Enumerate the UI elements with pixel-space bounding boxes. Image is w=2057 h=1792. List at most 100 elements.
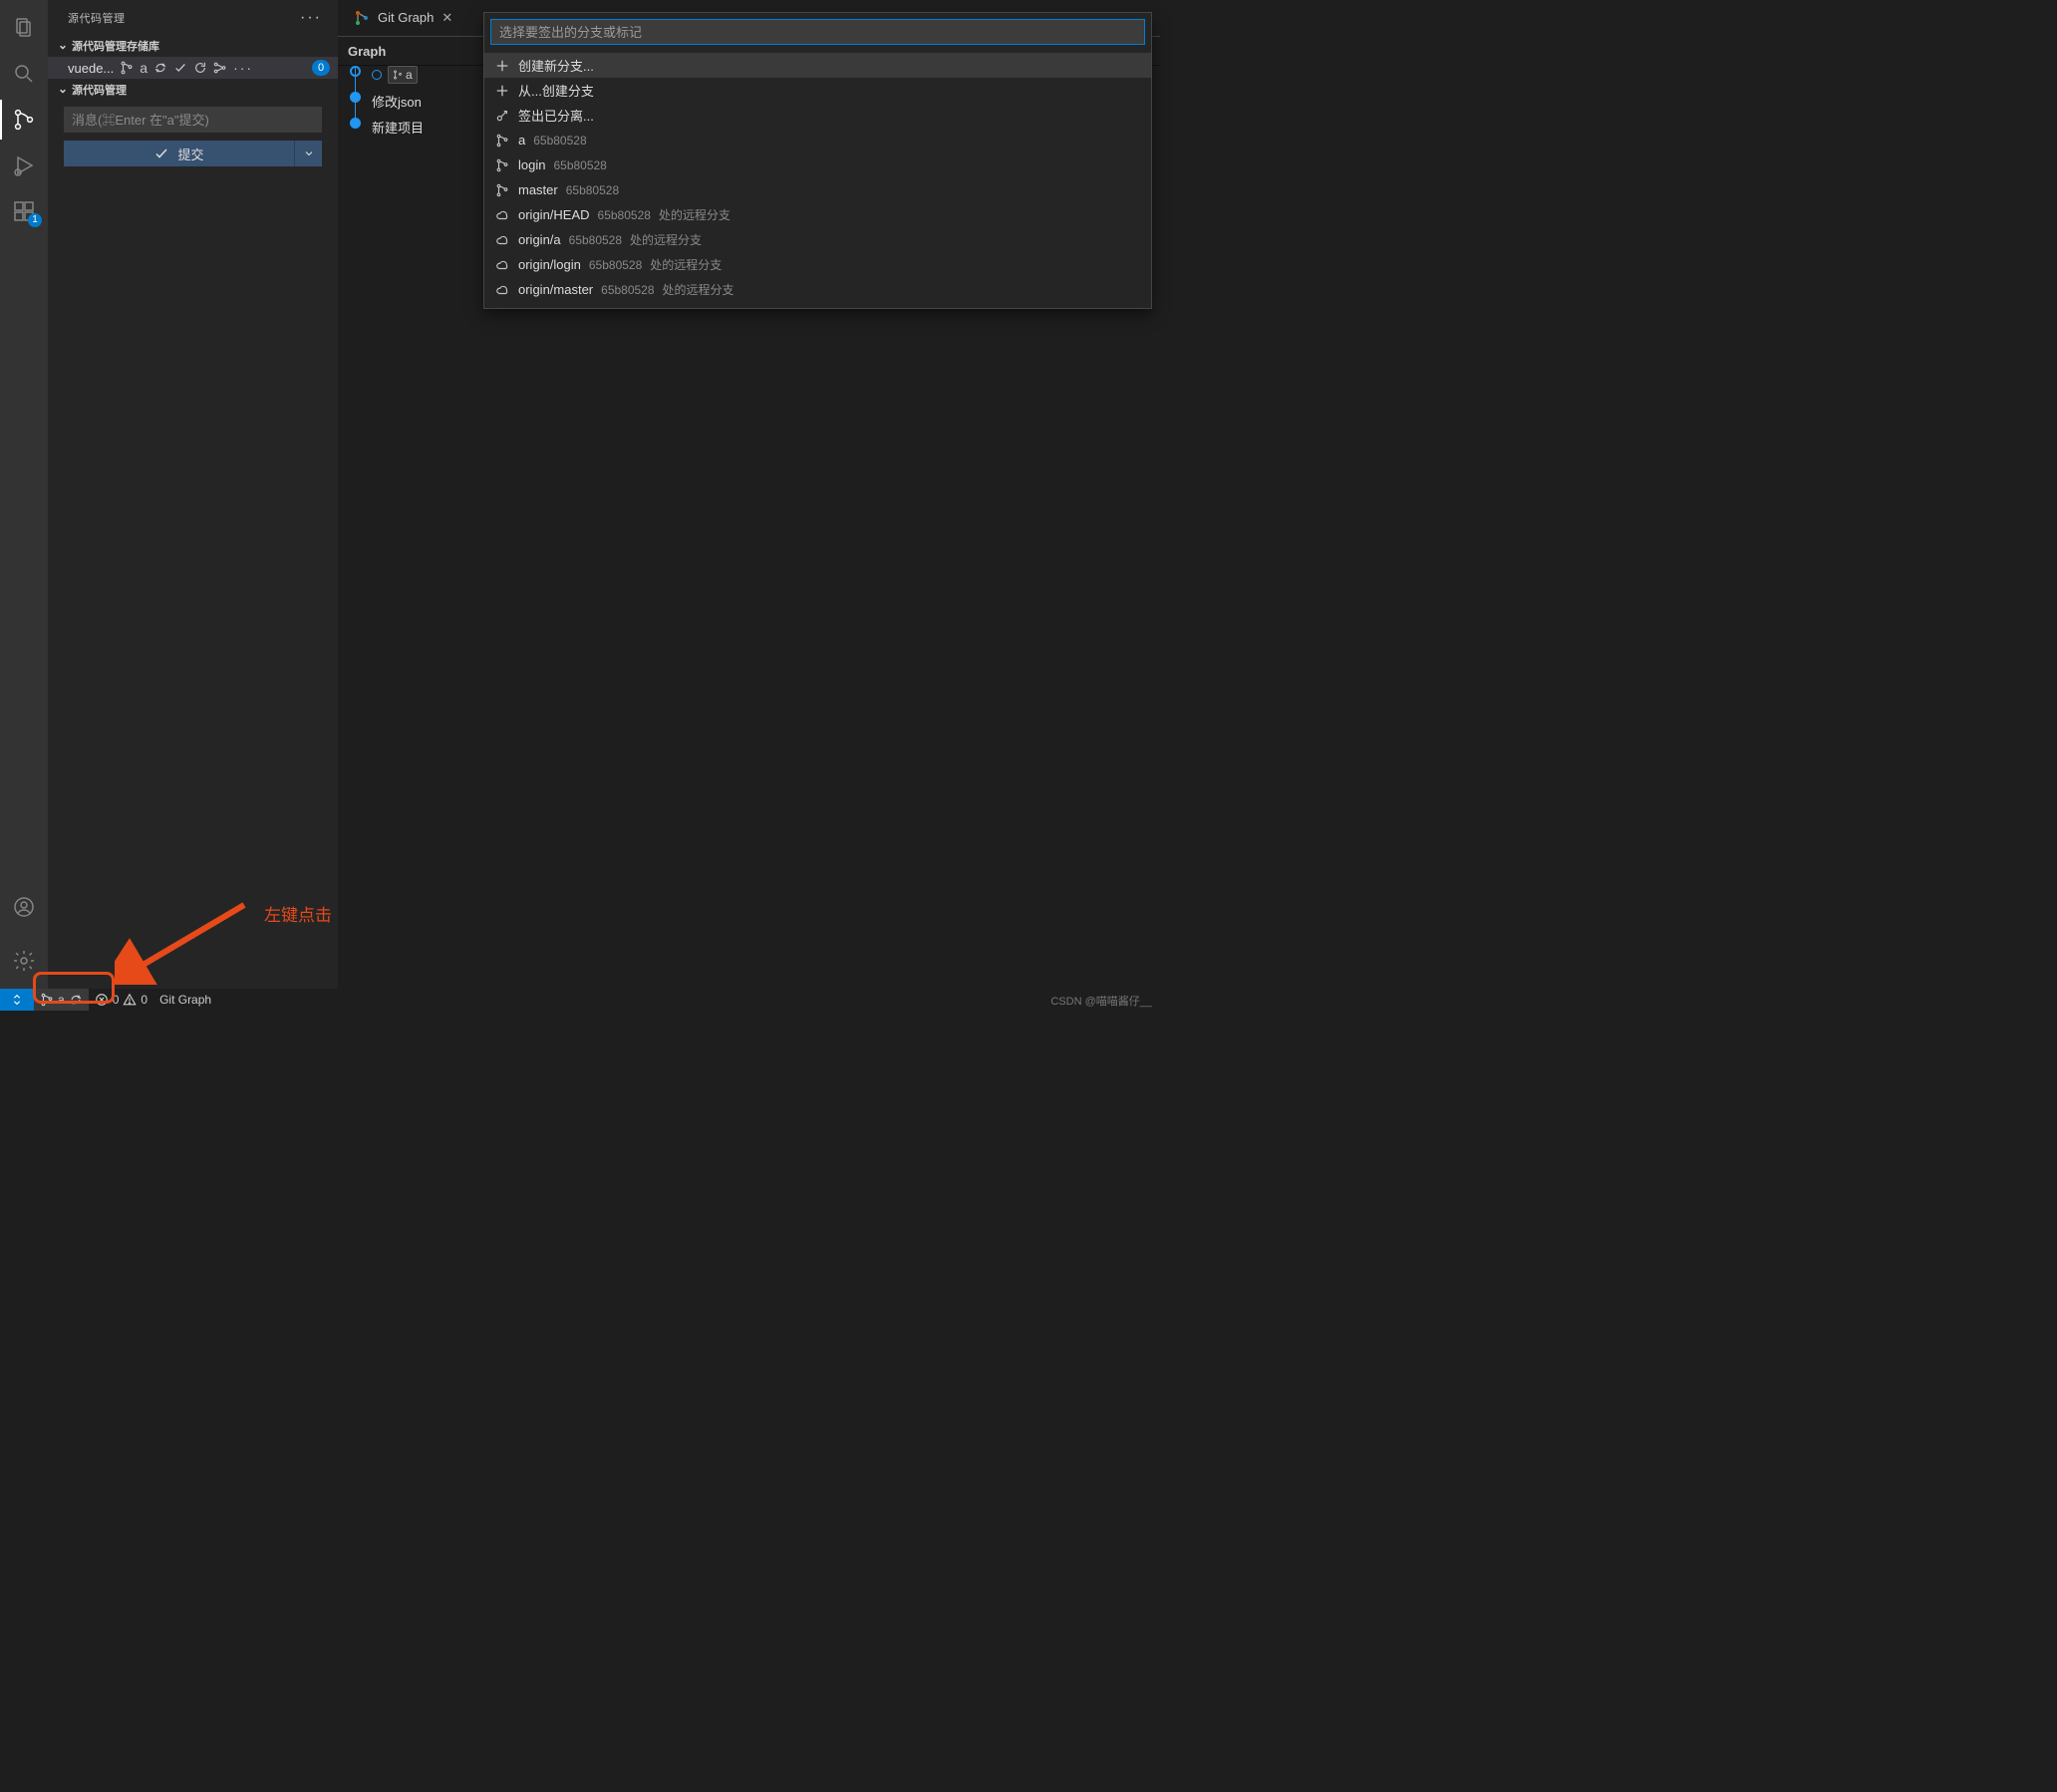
qp-branch-login[interactable]: login 65b80528 [484,152,1151,177]
warning-icon [123,993,137,1007]
qp-hash: 65b80528 [553,158,606,172]
repo-more-icon[interactable]: ··· [233,60,253,76]
qp-branch-label: master [518,182,558,197]
status-bar: a 0 0 Git Graph [0,989,1160,1011]
activity-explorer[interactable] [0,8,48,48]
extensions-badge: 1 [28,213,42,227]
check-icon[interactable] [173,61,187,75]
cloud-icon [494,283,510,297]
commit-dropdown[interactable] [294,141,322,166]
qp-branch-label: login [518,157,545,172]
graph-commit-dot[interactable] [350,66,361,77]
qp-remote-origin-head[interactable]: origin/HEAD 65b80528 处的远程分支 [484,202,1151,227]
qp-branch-a[interactable]: a 65b80528 [484,128,1151,152]
commit-button-label: 提交 [177,145,203,163]
qp-hash: 65b80528 [533,134,586,148]
commit-button[interactable]: 提交 [64,141,294,166]
sidebar-title: 源代码管理 [68,10,126,26]
chevron-down-icon: ⌄ [56,38,70,52]
qp-branch-label: origin/login [518,257,581,272]
qp-hash: 65b80528 [598,208,651,222]
status-warnings: 0 [141,993,147,1007]
tree-icon[interactable] [213,61,227,75]
section-repos-label: 源代码管理存储库 [72,38,159,54]
qp-branch-label: origin/a [518,232,561,247]
graph-header-label: Graph [348,44,386,59]
graph-row[interactable]: 修改json [372,90,422,112]
qp-create-branch[interactable]: 创建新分支... [484,53,1151,78]
section-scm-label: 源代码管理 [72,82,127,98]
section-scm[interactable]: ⌄ 源代码管理 [48,79,338,101]
section-repos[interactable]: ⌄ 源代码管理存储库 [48,35,338,57]
qp-note: 处的远程分支 [663,281,735,298]
detached-icon [494,109,510,123]
git-graph-icon [354,10,370,26]
commit-message-wrap [64,107,322,133]
cloud-icon [494,208,510,222]
repo-changes-count: 0 [312,60,330,76]
qp-branch-label: a [518,133,525,148]
branch-icon [494,183,510,197]
graph-commit-dot[interactable] [350,92,361,103]
close-icon[interactable]: ✕ [441,10,452,26]
sync-icon[interactable] [153,61,167,75]
status-git-graph[interactable]: Git Graph [153,989,217,1011]
activity-account[interactable] [0,887,48,927]
plus-icon [494,59,510,73]
qp-branch-label: origin/master [518,282,593,297]
qp-hash: 65b80528 [569,233,622,247]
qp-label: 创建新分支... [518,56,594,75]
tab-label: Git Graph [378,10,434,25]
plus-icon [494,84,510,98]
refresh-icon[interactable] [193,61,207,75]
branch-badge: a [388,66,418,84]
qp-remote-origin-a[interactable]: origin/a 65b80528 处的远程分支 [484,227,1151,252]
chevron-down-icon: ⌄ [56,82,70,96]
tab-git-graph[interactable]: Git Graph ✕ [344,0,462,36]
repo-branch: a [140,60,147,76]
commit-message: 修改json [372,92,422,111]
cloud-icon [494,258,510,272]
qp-hash: 65b80528 [566,183,619,197]
qp-checkout-detached[interactable]: 签出已分离... [484,103,1151,128]
qp-hash: 65b80528 [601,283,654,297]
scm-sidebar: 源代码管理 ··· ⌄ 源代码管理存储库 vuede... a ··· 0 ⌄ … [48,0,338,989]
qp-hash: 65b80528 [589,258,642,272]
graph-commit-dot[interactable] [350,118,361,129]
qp-branch-label: origin/HEAD [518,207,590,222]
branch-icon [494,158,510,172]
activity-search[interactable] [0,54,48,94]
activity-extensions[interactable]: 1 [0,191,48,231]
qp-create-from[interactable]: 从...创建分支 [484,78,1151,103]
qp-remote-origin-login[interactable]: origin/login 65b80528 处的远程分支 [484,252,1151,277]
qp-branch-master[interactable]: master 65b80528 [484,177,1151,202]
annotation-highlight-box [33,972,115,1004]
branch-marker [372,70,382,80]
cloud-icon [494,233,510,247]
qp-note: 处的远程分支 [650,256,722,273]
watermark: CSDN @喵喵酱仔__ [1050,993,1152,1009]
commit-message: 新建项目 [372,118,424,137]
branch-icon [120,61,134,75]
sidebar-header: 源代码管理 ··· [48,0,338,35]
activity-bar: 1 [0,0,48,989]
status-git-graph-label: Git Graph [159,993,211,1007]
qp-note: 处的远程分支 [659,206,731,223]
qp-label: 签出已分离... [518,106,594,125]
activity-scm[interactable] [0,100,48,140]
activity-run[interactable] [0,146,48,185]
qp-remote-origin-master[interactable]: origin/master 65b80528 处的远程分支 [484,277,1151,302]
commit-message-input[interactable] [64,107,322,133]
repo-name: vuede... [68,61,114,76]
branch-badge-label: a [406,68,413,82]
graph-row[interactable]: 新建项目 [372,116,424,138]
qp-label: 从...创建分支 [518,81,594,100]
branch-quick-picker: 创建新分支... 从...创建分支 签出已分离... a 65b80528 lo… [483,12,1152,309]
branch-icon [494,134,510,148]
qp-note: 处的远程分支 [630,231,702,248]
status-remote[interactable] [0,989,34,1011]
repo-row[interactable]: vuede... a ··· 0 [48,57,338,79]
sidebar-more-icon[interactable]: ··· [300,9,322,27]
branch-search-input[interactable] [490,19,1145,45]
graph-row[interactable]: a [372,64,418,86]
